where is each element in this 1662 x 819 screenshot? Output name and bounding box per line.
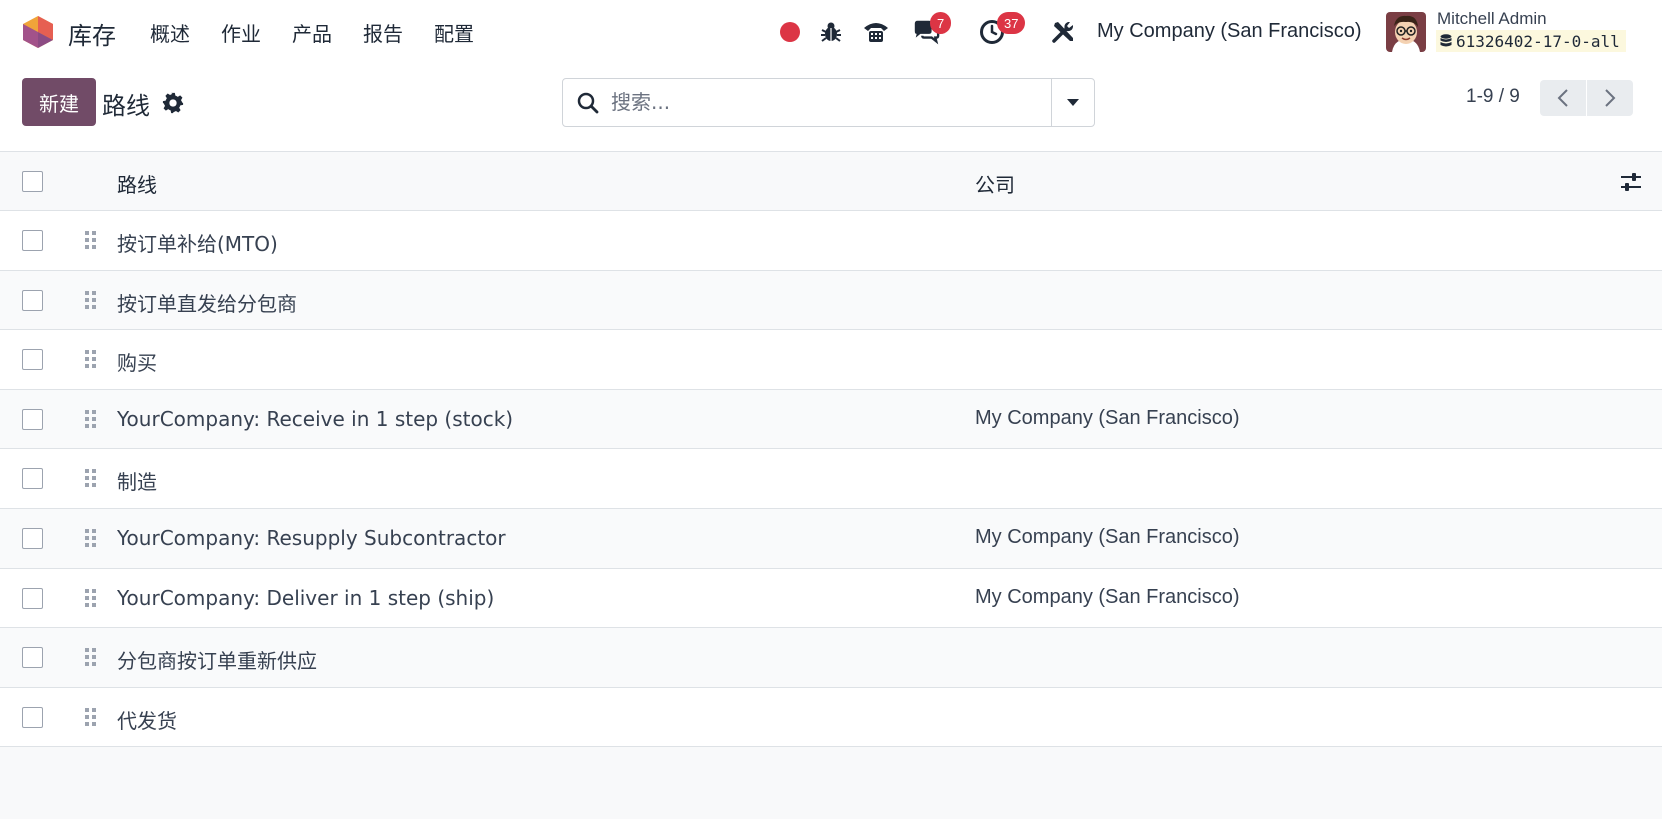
table-row[interactable]: 制造	[0, 449, 1662, 509]
list-header: 路线 公司	[0, 152, 1662, 211]
drag-handle-icon[interactable]	[84, 646, 98, 668]
route-name: YourCompany: Deliver in 1 step (ship)	[117, 585, 495, 610]
table-row[interactable]: YourCompany: Resupply Subcontractor My Co…	[0, 508, 1662, 569]
menu-overview[interactable]: 概述	[150, 18, 190, 47]
row-checkbox[interactable]	[22, 527, 43, 549]
database-badge: 61326402-17-0-all	[1436, 30, 1626, 52]
search-icon	[577, 92, 599, 114]
drag-handle-icon[interactable]	[84, 467, 98, 489]
table-row[interactable]: 按订单直发给分包商	[0, 270, 1662, 331]
column-header-route[interactable]: 路线	[117, 169, 157, 198]
route-name: 按订单直发给分包商	[117, 291, 297, 316]
row-checkbox[interactable]	[22, 647, 43, 669]
route-company: My Company (San Francisco)	[975, 585, 1240, 608]
gear-icon[interactable]	[162, 92, 184, 114]
route-name: 按订单补给(MTO)	[117, 232, 278, 256]
drag-handle-icon[interactable]	[84, 229, 98, 251]
new-button[interactable]: 新建	[22, 78, 96, 126]
route-company: My Company (San Francisco)	[975, 525, 1240, 548]
search-box	[562, 78, 1095, 127]
odoo-logo-icon[interactable]	[22, 15, 54, 49]
main-menu: 概述 作业 产品 报告 配置	[150, 18, 505, 47]
route-name: 分包商按订单重新供应	[117, 649, 317, 674]
table-row[interactable]: 购买	[0, 330, 1662, 390]
top-navbar: 库存 概述 作业 产品 报告 配置 7 37 My Company (San F…	[0, 0, 1662, 66]
drag-handle-icon[interactable]	[84, 348, 98, 370]
pager-previous-button[interactable]	[1540, 80, 1586, 116]
page-title: 路线	[102, 92, 150, 120]
app-name[interactable]: 库存	[68, 16, 116, 51]
row-checkbox[interactable]	[22, 468, 43, 490]
database-icon	[1440, 34, 1452, 47]
user-avatar[interactable]	[1386, 12, 1426, 52]
bug-icon[interactable]	[817, 18, 845, 46]
drag-handle-icon[interactable]	[84, 527, 98, 549]
tools-icon[interactable]	[1050, 18, 1078, 46]
column-header-company[interactable]: 公司	[975, 169, 1015, 198]
caret-down-icon	[1067, 98, 1079, 106]
row-checkbox[interactable]	[22, 408, 43, 430]
pager-value[interactable]: 1-9 / 9	[1466, 86, 1520, 108]
search-options-toggle[interactable]	[1051, 79, 1094, 126]
route-name: 购买	[117, 351, 157, 376]
routes-list: 路线 公司 按订单补给(MTO) 按订单直发给分包商 购买 YourCompany: …	[0, 152, 1662, 748]
drag-handle-icon[interactable]	[84, 587, 98, 609]
menu-reporting[interactable]: 报告	[363, 18, 403, 47]
row-checkbox[interactable]	[22, 230, 43, 251]
route-company: My Company (San Francisco)	[975, 406, 1240, 429]
row-checkbox[interactable]	[22, 349, 43, 371]
table-row[interactable]: 按订单补给(MTO)	[0, 211, 1662, 271]
drag-handle-icon[interactable]	[84, 289, 98, 311]
menu-products[interactable]: 产品	[292, 18, 332, 47]
route-name: YourCompany: Resupply Subcontractor	[117, 525, 506, 550]
activities-badge: 37	[997, 12, 1026, 34]
row-checkbox[interactable]	[22, 706, 43, 728]
menu-configuration[interactable]: 配置	[434, 18, 474, 47]
route-name: 代发货	[117, 708, 177, 733]
row-checkbox[interactable]	[22, 587, 43, 609]
select-all-checkbox[interactable]	[22, 171, 43, 192]
table-row[interactable]: YourCompany: Receive in 1 step (stock) My…	[0, 389, 1662, 450]
table-row[interactable]: YourCompany: Deliver in 1 step (ship) My …	[0, 568, 1662, 629]
user-name[interactable]: Mitchell Admin	[1437, 9, 1547, 29]
phone-icon[interactable]	[862, 18, 890, 46]
pager-next-button[interactable]	[1587, 80, 1633, 116]
chevron-right-icon	[1605, 89, 1616, 107]
sliders-icon[interactable]	[1620, 172, 1642, 192]
drag-handle-icon[interactable]	[84, 706, 98, 728]
company-switcher[interactable]: My Company (San Francisco)	[1097, 20, 1362, 43]
menu-operations[interactable]: 作业	[221, 18, 261, 47]
recording-icon[interactable]	[776, 18, 804, 46]
route-name: YourCompany: Receive in 1 step (stock)	[117, 406, 514, 431]
search-input[interactable]	[611, 87, 1011, 117]
messages-badge: 7	[930, 12, 952, 34]
table-row[interactable]: 代发货	[0, 687, 1662, 748]
table-row[interactable]: 分包商按订单重新供应	[0, 628, 1662, 688]
route-name: 制造	[117, 470, 157, 495]
control-panel: 新建 路线 1-9 / 9	[0, 66, 1662, 152]
list-body: 按订单补给(MTO) 按订单直发给分包商 购买 YourCompany: Receiv…	[0, 211, 1662, 748]
row-checkbox[interactable]	[22, 289, 43, 311]
chevron-left-icon	[1557, 89, 1568, 107]
database-name: 61326402-17-0-all	[1456, 31, 1620, 51]
drag-handle-icon[interactable]	[84, 408, 98, 430]
